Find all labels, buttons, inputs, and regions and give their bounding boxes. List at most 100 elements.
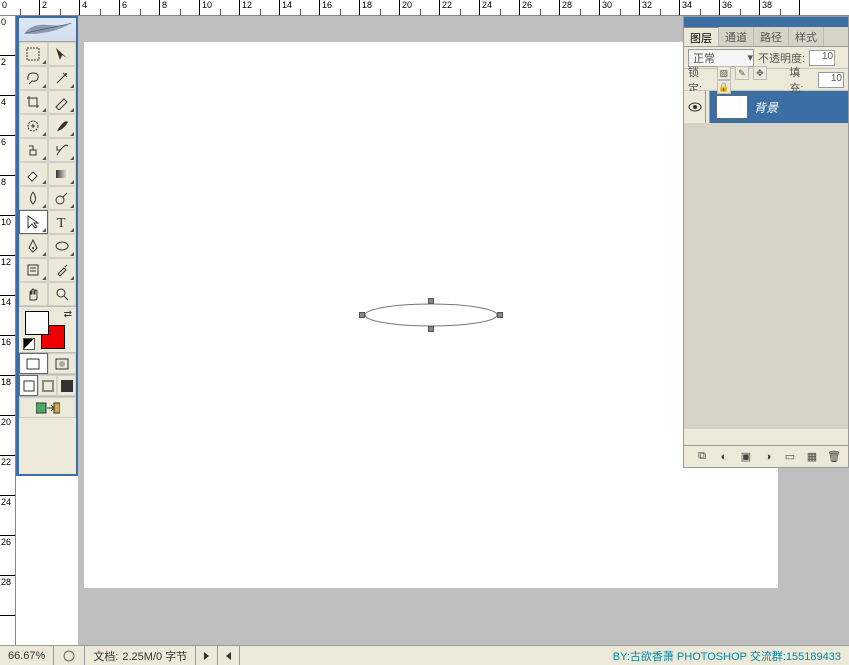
- lasso-tool[interactable]: [19, 66, 48, 90]
- ruler-v-tick: 28: [0, 576, 15, 616]
- doc-info-flyout[interactable]: [196, 646, 218, 665]
- ellipse-vector-path[interactable]: [362, 301, 500, 329]
- tab-styles[interactable]: 样式: [789, 27, 824, 46]
- layer-mask-icon[interactable]: ▣: [738, 449, 754, 465]
- status-bar: 66.67% 文档: 2.25M/0 字节 BY:古欲香萧 PHOTOSHOP …: [0, 645, 849, 665]
- ruler-v-tick: 26: [0, 536, 15, 576]
- ruler-h-tick: 6: [120, 0, 160, 15]
- ruler-h-tick: 4: [80, 0, 120, 15]
- lock-pixels-button[interactable]: ✎: [735, 66, 749, 80]
- layer-style-icon[interactable]: ◐: [716, 449, 732, 465]
- toolbox-panel: T ⇄: [16, 16, 78, 476]
- ruler-v-tick: 22: [0, 456, 15, 496]
- tab-layers[interactable]: 图层: [684, 27, 719, 46]
- jump-to-imageready-button[interactable]: [19, 397, 76, 418]
- ruler-v-tick: 6: [0, 136, 15, 176]
- panel-titlebar[interactable]: [684, 17, 848, 27]
- new-layer-icon[interactable]: ▦: [804, 449, 820, 465]
- lock-position-button[interactable]: ✥: [753, 66, 767, 80]
- layer-row[interactable]: 背景: [684, 91, 848, 123]
- screen-fullmenu-button[interactable]: [38, 375, 57, 396]
- credit-text: BY:古欲香萧 PHOTOSHOP 交流群:155189433: [613, 648, 849, 664]
- ruler-h-tick: 8: [160, 0, 200, 15]
- gradient-tool[interactable]: [48, 162, 77, 186]
- doc-info[interactable]: 文档: 2.25M/0 字节: [85, 646, 196, 665]
- tab-channels[interactable]: 通道: [719, 27, 754, 46]
- anchor-bottom[interactable]: [428, 326, 434, 332]
- layer-name-label[interactable]: 背景: [754, 99, 778, 116]
- layer-thumbnail[interactable]: [716, 95, 748, 119]
- notes-tool[interactable]: [19, 258, 48, 282]
- ruler-v-tick: 0: [0, 16, 15, 56]
- quickmask-mode-button[interactable]: [48, 353, 77, 374]
- eraser-tool[interactable]: [19, 162, 48, 186]
- ruler-v-tick: 12: [0, 256, 15, 296]
- marquee-tool[interactable]: [19, 42, 48, 66]
- swap-colors-icon[interactable]: ⇄: [64, 309, 72, 320]
- ruler-v-tick: 4: [0, 96, 15, 136]
- link-column[interactable]: [706, 91, 710, 123]
- brush-tool[interactable]: [48, 114, 77, 138]
- blur-tool[interactable]: [19, 186, 48, 210]
- ruler-v-tick: 10: [0, 216, 15, 256]
- link-layers-icon[interactable]: ⧉: [694, 449, 710, 465]
- layer-list: 背景: [684, 91, 848, 429]
- path-select-tool[interactable]: [19, 210, 48, 234]
- toolbox-header[interactable]: [19, 18, 76, 42]
- zoom-display[interactable]: 66.67%: [0, 646, 54, 665]
- ruler-h-tick: 32: [640, 0, 680, 15]
- adjustment-layer-icon[interactable]: ◑: [760, 449, 776, 465]
- clone-stamp-tool[interactable]: [19, 138, 48, 162]
- dodge-tool[interactable]: [48, 186, 77, 210]
- default-colors-icon[interactable]: [23, 338, 35, 350]
- ruler-h-tick: 38: [760, 0, 800, 15]
- history-brush-tool[interactable]: [48, 138, 77, 162]
- ruler-v-tick: 16: [0, 336, 15, 376]
- ruler-h-tick: 26: [520, 0, 560, 15]
- triangle-left-icon: [226, 652, 231, 660]
- lock-all-button[interactable]: 🔒: [717, 80, 731, 94]
- zoom-tool[interactable]: [48, 282, 77, 306]
- anchor-left[interactable]: [359, 312, 365, 318]
- left-column: 0246810121416182022242628 T ⇄: [0, 16, 78, 665]
- ruler-h-tick: 34: [680, 0, 720, 15]
- tab-paths[interactable]: 路径: [754, 27, 789, 46]
- move-tool[interactable]: [48, 42, 77, 66]
- screen-full-button[interactable]: [57, 375, 76, 396]
- anchor-right[interactable]: [497, 312, 503, 318]
- ruler-v-tick: 24: [0, 496, 15, 536]
- trash-icon[interactable]: 🗑: [826, 449, 842, 465]
- magic-wand-tool[interactable]: [48, 66, 77, 90]
- anchor-top[interactable]: [428, 298, 434, 304]
- eyedropper-tool[interactable]: [48, 258, 77, 282]
- foreground-color-swatch[interactable]: [25, 311, 49, 335]
- standard-mode-button[interactable]: [19, 353, 48, 374]
- lock-fill-row: 锁定: ▨ ✎ ✥ 🔒 填充: 10: [684, 69, 848, 91]
- edit-mode-row: [19, 352, 76, 374]
- ruler-h-tick: 14: [280, 0, 320, 15]
- hand-tool[interactable]: [19, 282, 48, 306]
- ruler-h-tick: 0: [0, 0, 40, 15]
- zoom-value: 66.67%: [8, 650, 45, 662]
- svg-text:T: T: [57, 216, 66, 230]
- scroll-left-button[interactable]: [218, 646, 240, 665]
- ruler-v-tick: 8: [0, 176, 15, 216]
- shape-tool[interactable]: [48, 234, 77, 258]
- type-tool[interactable]: T: [48, 210, 77, 234]
- screen-standard-button[interactable]: [19, 375, 38, 396]
- fill-input[interactable]: 10: [818, 72, 844, 88]
- healing-brush-tool[interactable]: [19, 114, 48, 138]
- screen-mode-row: [19, 374, 76, 396]
- visibility-toggle[interactable]: [684, 91, 706, 123]
- document-canvas[interactable]: [84, 42, 778, 588]
- ruler-v-tick: 2: [0, 56, 15, 96]
- ruler-v-tick: 20: [0, 416, 15, 456]
- pen-tool[interactable]: [19, 234, 48, 258]
- crop-tool[interactable]: [19, 90, 48, 114]
- fill-label: 填充:: [789, 64, 814, 96]
- slice-tool[interactable]: [48, 90, 77, 114]
- lock-transparent-button[interactable]: ▨: [717, 66, 731, 80]
- group-icon[interactable]: ▭: [782, 449, 798, 465]
- ruler-h-tick: 16: [320, 0, 360, 15]
- scratch-icon[interactable]: [54, 646, 85, 665]
